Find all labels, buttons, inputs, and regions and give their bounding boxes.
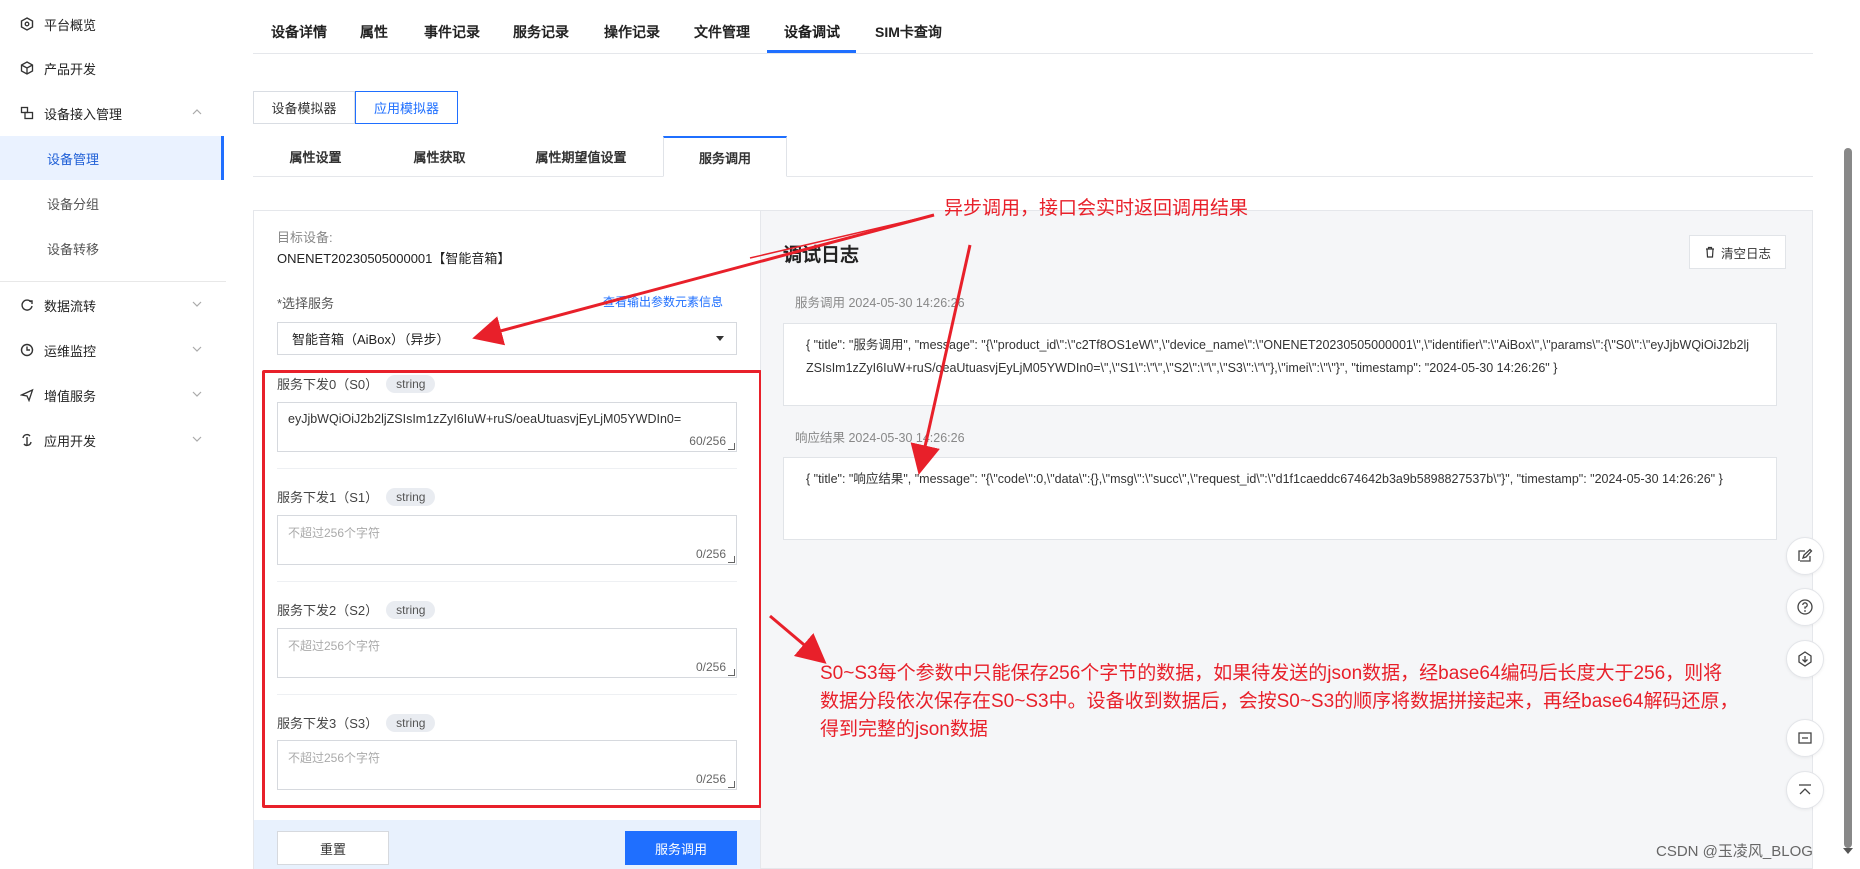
arrow-to-service-select [472, 213, 935, 346]
watermark: CSDN @玉凌风_BLOG [1656, 843, 1813, 860]
arrow-to-fields [769, 614, 827, 664]
arrow-to-response [910, 244, 972, 475]
arrow-to-log-area [749, 214, 935, 259]
segment-annotation: S0~S3每个参数中只能保存256个字节的数据，如果待发送的json数据，经ba… [820, 663, 1739, 740]
async-annotation: 异步调用，接口会实时返回调用结果 [944, 198, 1249, 219]
